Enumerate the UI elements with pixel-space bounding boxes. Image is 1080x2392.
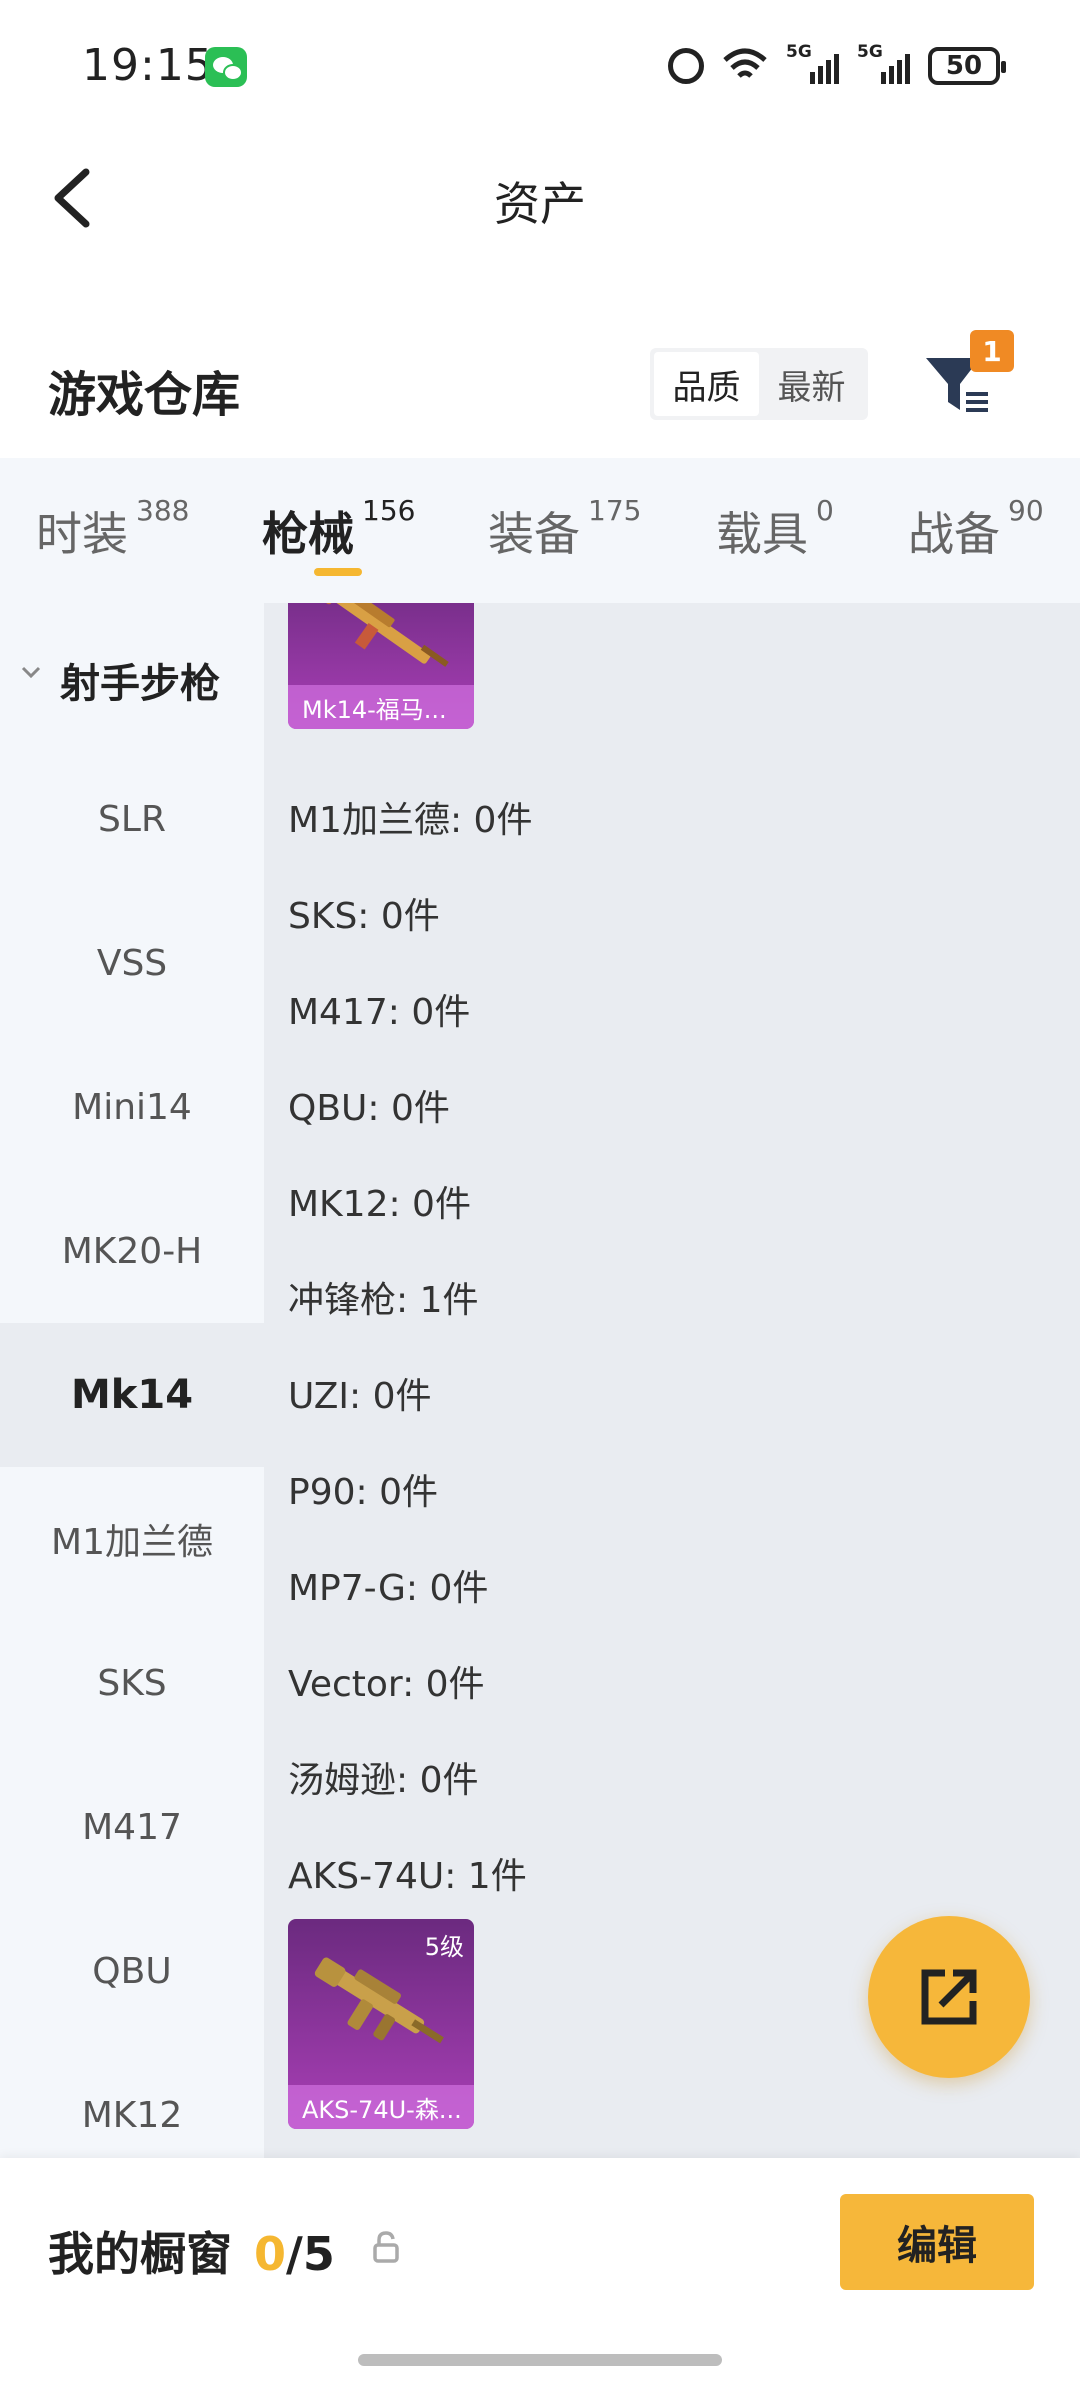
home-indicator[interactable] xyxy=(358,2354,722,2366)
battery-icon: 50 xyxy=(928,47,1006,85)
lock-icon xyxy=(373,2231,399,2263)
share-button[interactable] xyxy=(868,1916,1030,2078)
sidebar-group-marksman[interactable]: 射手步枪 xyxy=(0,603,264,747)
weapon-sidebar: 射手步枪 SLR VSS Mini14 MK20-H Mk14 M1加兰德 SK… xyxy=(0,603,264,2158)
list-item: 冲锋枪: 1件 xyxy=(288,1280,479,1321)
sidebar-item-slr[interactable]: SLR xyxy=(0,747,264,891)
sidebar-item-qbu[interactable]: QBU xyxy=(0,1899,264,2043)
sidebar-item-mini14[interactable]: Mini14 xyxy=(0,1035,264,1179)
tab-equipment[interactable]: 装备 175 xyxy=(488,494,641,564)
signal-icon-2: 5G xyxy=(857,42,910,84)
sidebar-item-sks[interactable]: SKS xyxy=(0,1611,264,1755)
list-item: MP7-G: 0件 xyxy=(288,1568,489,1609)
weapon-card-caption: Mk14-福马... xyxy=(288,685,474,729)
filter-badge: 1 xyxy=(970,330,1014,372)
chevron-down-icon xyxy=(21,666,41,679)
sort-newest-button[interactable]: 最新 xyxy=(759,352,864,416)
weapon-level-badge: 5级 xyxy=(424,1933,464,1961)
list-item: QBU: 0件 xyxy=(288,1088,450,1129)
wifi-icon xyxy=(723,48,767,78)
sidebar-item-mk12[interactable]: MK12 xyxy=(0,2043,264,2158)
sort-quality-button[interactable]: 品质 xyxy=(654,352,759,416)
signal-icon-1: 5G xyxy=(786,42,839,84)
list-item: 汤姆逊: 0件 xyxy=(288,1760,479,1801)
status-bar: 19:15 5G 5G 50 xyxy=(0,0,1080,130)
my-showcase: 我的橱窗 0 /5 xyxy=(48,2218,335,2284)
weapon-card-mk14[interactable]: Mk14-福马... xyxy=(288,603,474,729)
tab-guns[interactable]: 枪械 156 xyxy=(262,494,415,564)
list-item: UZI: 0件 xyxy=(288,1376,432,1417)
tab-vehicles[interactable]: 载具 0 xyxy=(716,494,834,564)
tab-supplies[interactable]: 战备 90 xyxy=(908,494,1044,564)
sidebar-item-m1-garand[interactable]: M1加兰德 xyxy=(0,1467,264,1611)
sidebar-item-m417[interactable]: M417 xyxy=(0,1755,264,1899)
wechat-notification-icon xyxy=(205,47,247,87)
list-item: SKS: 0件 xyxy=(288,896,440,937)
status-time: 19:15 xyxy=(82,40,214,91)
showcase-label: 我的橱窗 xyxy=(48,2227,232,2281)
showcase-current-count: 0 xyxy=(254,2227,287,2281)
page-title: 资产 xyxy=(494,177,586,231)
list-item: P90: 0件 xyxy=(288,1472,438,1513)
showcase-total-count: /5 xyxy=(286,2227,335,2281)
warehouse-title: 游戏仓库 xyxy=(48,367,241,423)
sidebar-item-mk14[interactable]: Mk14 xyxy=(0,1323,264,1467)
status-icons: 5G 5G 50 xyxy=(668,42,1006,88)
list-item: MK12: 0件 xyxy=(288,1184,471,1225)
edit-button[interactable]: 编辑 xyxy=(840,2194,1034,2290)
alarm-icon xyxy=(668,48,704,84)
rifle-image xyxy=(312,603,449,667)
tab-fashion[interactable]: 时装 388 xyxy=(36,494,189,564)
weapon-card-caption: AKS-74U-森... xyxy=(288,2085,474,2129)
list-item: AKS-74U: 1件 xyxy=(288,1856,527,1897)
list-item: M417: 0件 xyxy=(288,992,471,1033)
share-icon xyxy=(921,1969,977,2025)
sort-toggle: 品质 最新 xyxy=(650,348,868,420)
sidebar-item-vss[interactable]: VSS xyxy=(0,891,264,1035)
sidebar-item-mk20h[interactable]: MK20-H xyxy=(0,1179,264,1323)
battery-level: 50 xyxy=(945,51,983,81)
active-tab-indicator xyxy=(314,568,362,576)
weapon-card-aks74u[interactable]: 5级 AKS-74U-森... xyxy=(288,1919,474,2129)
list-item: Vector: 0件 xyxy=(288,1664,485,1705)
list-item: M1加兰德: 0件 xyxy=(288,800,533,841)
bottom-bar: 我的橱窗 0 /5 编辑 xyxy=(0,2158,1080,2392)
category-tabs: 时装 388 枪械 156 装备 175 载具 0 战备 90 xyxy=(0,458,1080,603)
